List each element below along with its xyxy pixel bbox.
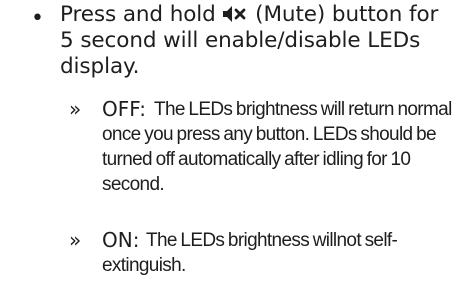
sub-bullet-marker: » bbox=[69, 228, 82, 252]
state-text-off: The LEDs brightness will return normal o… bbox=[102, 99, 452, 195]
state-text-on: The LEDs brightness willnot self-extingu… bbox=[102, 230, 398, 276]
manual-excerpt: • Press and hold (Mute) button for 5 sec… bbox=[0, 0, 463, 299]
instruction-text: Press and hold (Mute) button for 5 secon… bbox=[60, 2, 455, 80]
instruction-text-start: Press and hold bbox=[60, 2, 223, 27]
mute-speaker-icon bbox=[223, 6, 246, 22]
sub-bullet-marker: » bbox=[69, 97, 82, 121]
state-description-off: The LEDs brightness will return normal o… bbox=[102, 97, 462, 197]
bullet-marker: • bbox=[31, 6, 44, 31]
state-description-on: The LEDs brightness willnot self-extingu… bbox=[102, 228, 462, 278]
